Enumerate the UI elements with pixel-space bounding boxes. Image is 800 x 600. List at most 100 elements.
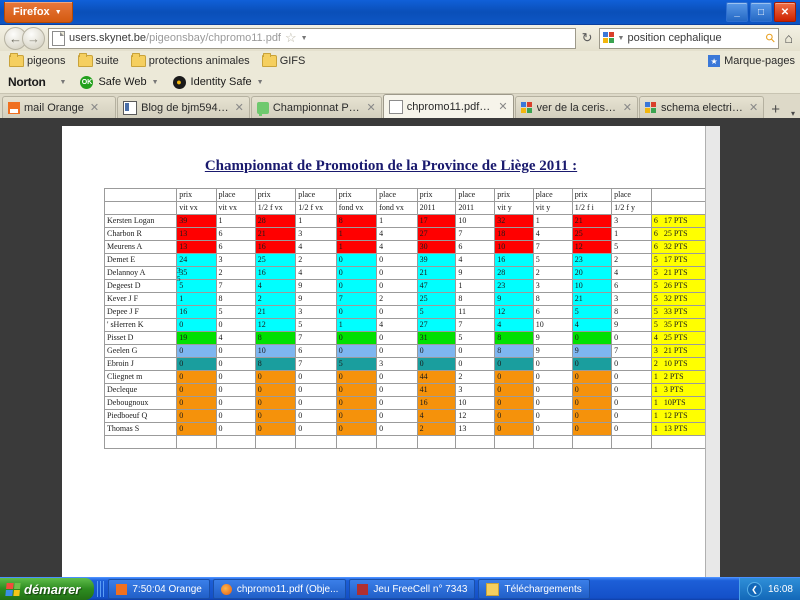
value-cell: 1 — [176, 292, 217, 306]
tab-ver-de-la-cerise[interactable]: ver de la cerise - Rech... ✕ — [514, 96, 638, 118]
bookmark-item-gifs[interactable]: GIFS — [258, 53, 310, 67]
row-name-cell: Ebroin J — [103, 357, 178, 371]
clock[interactable]: 16:08 — [768, 584, 793, 595]
value-cell: 1 — [295, 214, 337, 228]
taskbar-item-chpromo11[interactable]: chpromo11.pdf (Obje... — [212, 579, 347, 599]
bookmark-item-protections-animales[interactable]: protections animales — [127, 53, 254, 67]
start-label: démarrer — [24, 581, 81, 597]
value-cell: 24 — [176, 253, 217, 267]
firefox-menu-button[interactable]: Firefox ▼ — [4, 2, 73, 23]
url-text: users.skynet.be/pigeonsbay/chpromo11.pdf — [69, 32, 281, 44]
norton-safe-web-button[interactable]: OK Safe Web ▼ — [80, 75, 159, 89]
start-button[interactable]: démarrer — [0, 578, 95, 600]
value-cell: 3 — [532, 279, 573, 293]
value-cell: 39 — [416, 253, 457, 267]
header-cell: 2011 — [416, 201, 457, 215]
value-cell: 0 — [254, 370, 297, 384]
value-cell: 12 — [254, 318, 297, 332]
norton-identity-safe-button[interactable]: ● Identity Safe ▼ — [172, 75, 264, 89]
value-cell: 0 — [335, 370, 378, 384]
close-icon[interactable]: ✕ — [366, 101, 375, 114]
value-cell: 4 — [376, 318, 418, 332]
chevron-down-icon[interactable]: ▼ — [618, 35, 625, 42]
tab-schema-electrique[interactable]: schema electrique - R... ✕ — [638, 96, 765, 118]
value-cell: 5 — [611, 240, 652, 254]
bookmark-item-pigeons[interactable]: pigeons — [5, 53, 70, 67]
value-cell: 0 — [176, 383, 217, 397]
chevron-down-icon[interactable]: ▼ — [60, 79, 67, 86]
value-cell: 0 — [532, 357, 573, 371]
close-icon[interactable]: ✕ — [623, 101, 632, 114]
chevron-down-icon[interactable]: ▼ — [152, 79, 159, 86]
search-icon[interactable]: ⚲ — [762, 30, 778, 46]
value-cell: 25 — [571, 227, 613, 241]
new-tab-button[interactable]: + — [765, 101, 786, 118]
value-cell: 0 — [611, 396, 652, 410]
tab-championnat[interactable]: Championnat Provinci... ✕ — [250, 96, 382, 118]
value-cell: 6 — [611, 279, 652, 293]
reload-button[interactable]: ↻ — [579, 30, 596, 46]
header-cell: prix — [335, 188, 378, 202]
tray-expand-icon[interactable]: ❮ — [746, 581, 762, 597]
bookmark-item-suite[interactable]: suite — [74, 53, 123, 67]
close-button[interactable]: ✕ — [774, 2, 796, 22]
home-button[interactable]: ⌂ — [782, 30, 796, 46]
value-cell: 10 — [455, 396, 496, 410]
header-cell: 1/2 f vx — [254, 201, 297, 215]
value-cell: 0 — [335, 396, 378, 410]
value-cell: 0 — [376, 370, 418, 384]
tab-list-icon[interactable]: ▾ — [786, 109, 800, 118]
close-icon[interactable]: ✕ — [498, 100, 507, 113]
value-cell: 25 — [254, 253, 297, 267]
value-cell: 0 — [176, 422, 217, 436]
value-cell: 2 — [416, 422, 457, 436]
bookmark-star-icon[interactable]: ☆ — [285, 30, 297, 46]
chevron-down-icon[interactable]: ▼ — [257, 79, 264, 86]
value-cell: 1 — [455, 279, 496, 293]
maximize-button[interactable]: □ — [750, 2, 772, 22]
value-cell: 3 — [215, 253, 256, 267]
value-cell: 0 — [215, 370, 256, 384]
value-cell: 2 — [376, 292, 418, 306]
value-cell: 10 — [571, 279, 613, 293]
header-cell: prix — [254, 188, 297, 202]
value-cell: 0 — [335, 266, 378, 280]
tab-label: mail Orange — [24, 101, 84, 114]
value-cell: 0 — [295, 409, 337, 423]
value-cell: 6 — [215, 240, 256, 254]
tab-mail-orange[interactable]: mail Orange ✕ — [2, 96, 117, 118]
table-row: Debougnoux 0 0 0 0 0 0 16 10 0 0 0 0 1 10PTS — [103, 396, 721, 410]
forward-button[interactable]: → — [22, 26, 45, 50]
value-cell: 1 — [376, 214, 418, 228]
tab-chpromo11-pdf[interactable]: chpromo11.pdf (Objet... ✕ — [382, 94, 514, 118]
row-name-cell: Kever J F — [103, 292, 178, 306]
close-icon[interactable]: ✕ — [749, 101, 758, 114]
close-icon[interactable]: ✕ — [235, 101, 244, 114]
minimize-button[interactable]: _ — [726, 2, 748, 22]
page-scrollbar[interactable] — [705, 126, 720, 578]
value-cell: 16 — [254, 240, 297, 254]
search-input[interactable]: position cephalique — [627, 32, 762, 44]
folder-icon — [486, 582, 500, 596]
bookmarks-menu-button[interactable]: ★ Marque-pages — [708, 55, 795, 67]
taskbar-item-freecell[interactable]: Jeu FreeCell n° 7343 — [349, 579, 476, 599]
search-bar[interactable]: ▼ position cephalique ⚲ — [598, 27, 779, 49]
chevron-down-icon[interactable]: ▼ — [301, 35, 308, 42]
table-row: Kersten Logan 39 1 28 1 8 1 17 10 32 1 21 3 6 17 PTS — [103, 214, 721, 228]
value-cell: 12 — [571, 240, 613, 254]
value-cell: 8 — [335, 214, 378, 228]
value-cell: 9 — [455, 266, 496, 280]
google-favicon — [520, 101, 533, 114]
value-cell: 4 — [455, 253, 496, 267]
taskbar-item-orange[interactable]: 7:50:04 Orange — [108, 579, 210, 599]
close-icon[interactable]: ✕ — [90, 101, 99, 114]
value-cell: 0 — [335, 305, 378, 319]
tab-blog[interactable]: Blog de bjm59494 - C... ✕ — [117, 96, 250, 118]
value-cell: 0 — [494, 383, 534, 397]
value-cell: 47 — [416, 279, 457, 293]
page-title: Championnat de Promotion de la Province … — [204, 158, 578, 174]
value-cell: 0 — [215, 396, 256, 410]
value-cell: 8 — [254, 357, 297, 371]
taskbar-item-telechargements[interactable]: Téléchargements — [478, 579, 590, 599]
address-bar[interactable]: users.skynet.be/pigeonsbay/chpromo11.pdf… — [48, 27, 576, 49]
